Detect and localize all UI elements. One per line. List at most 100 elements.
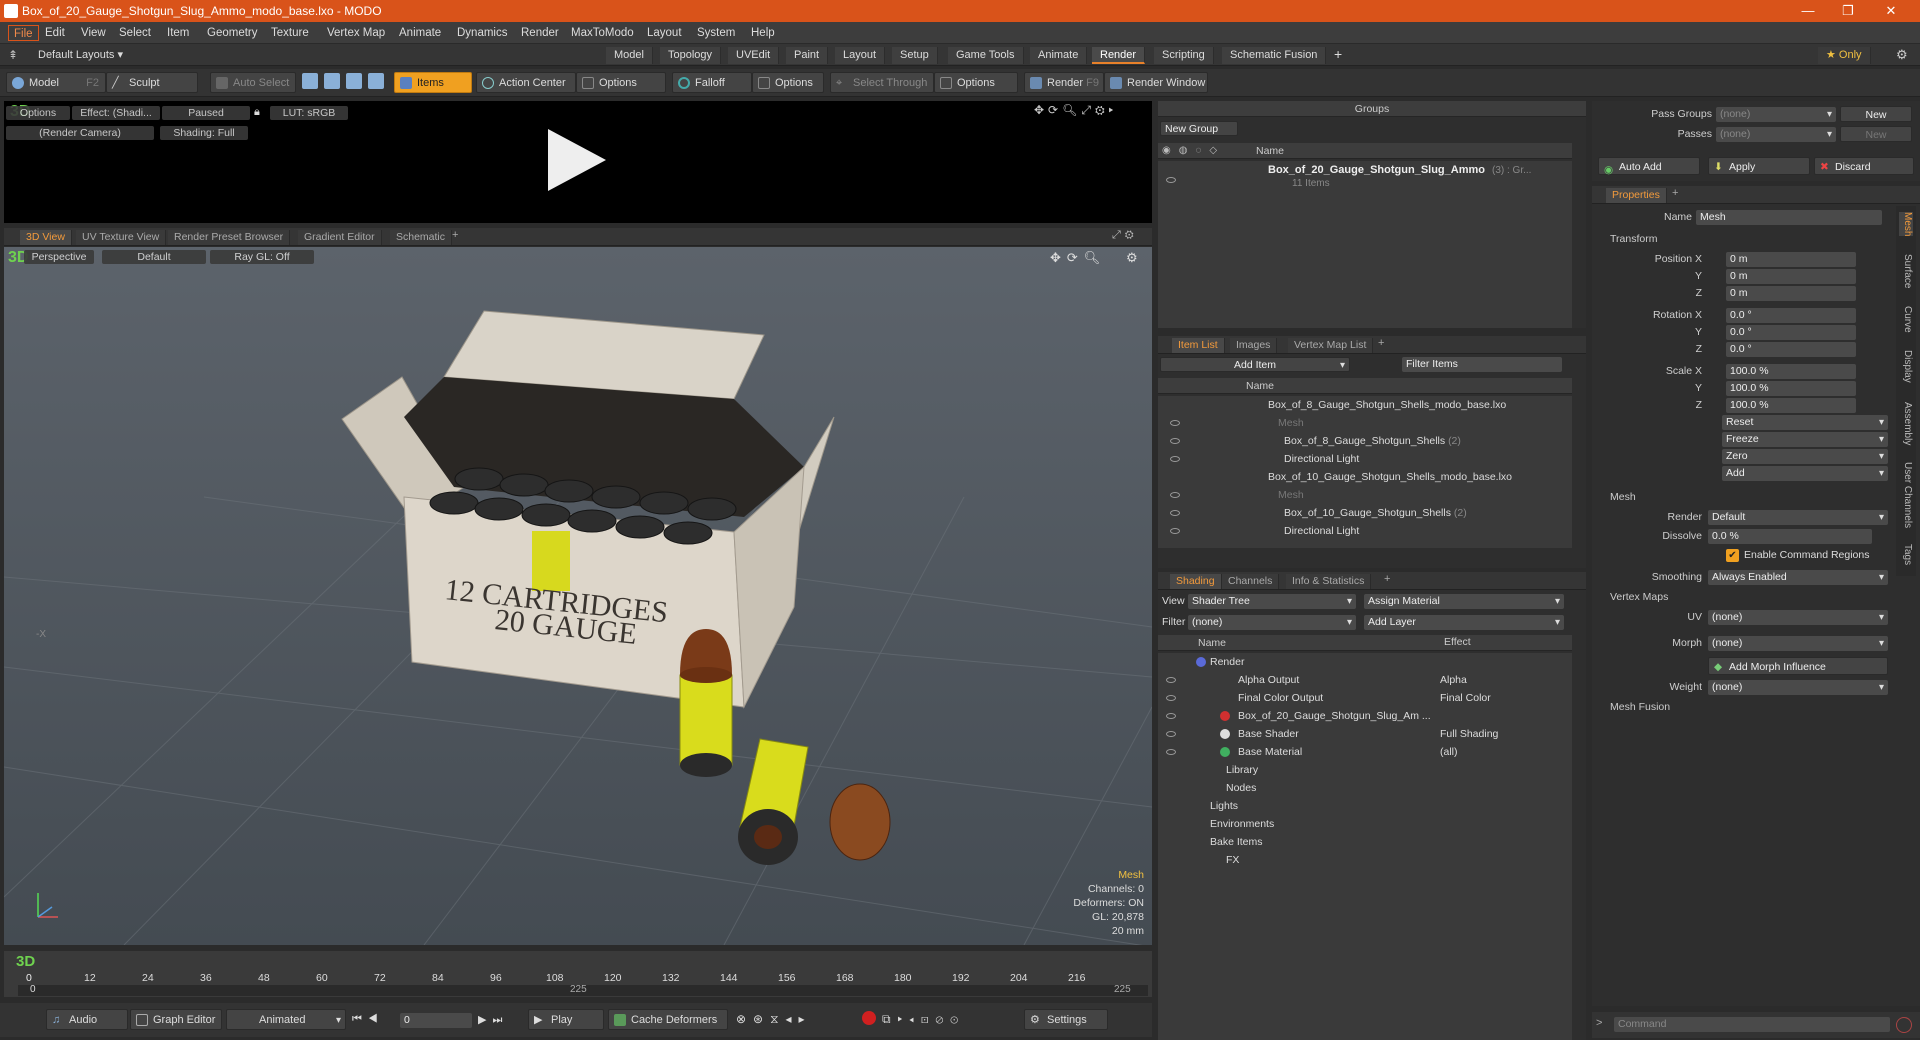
tab-layout[interactable]: Layout (835, 47, 886, 64)
minimize-button[interactable]: — (1788, 0, 1828, 22)
tab-topology[interactable]: Topology (660, 47, 722, 64)
eye-icon[interactable] (1170, 510, 1180, 516)
menu-maxtomodo[interactable]: MaxToModo (566, 25, 639, 41)
rotation-y-field[interactable]: 0.0 ° (1726, 325, 1856, 340)
tab-game-tools[interactable]: Game Tools (948, 47, 1024, 64)
menu-geometry[interactable]: Geometry (202, 25, 263, 41)
eye-icon[interactable] (1166, 731, 1176, 737)
vertex-mode-icon[interactable] (302, 73, 318, 89)
tab-schematic[interactable]: Schematic (390, 230, 453, 245)
default-layouts-dropdown[interactable]: Default Layouts ▾ (38, 48, 123, 61)
timeline-range-bar[interactable]: 0 225 225 (18, 984, 1148, 996)
eye-icon[interactable] (1170, 528, 1180, 534)
render-window-button[interactable]: Render Window (1104, 72, 1208, 93)
tab-paint[interactable]: Paint (786, 47, 829, 64)
side-tab-surface[interactable]: Surface (1899, 254, 1913, 288)
effect-final-color[interactable]: Final Color (1440, 691, 1491, 706)
shader-item-material-group[interactable]: Box_of_20_Gauge_Shotgun_Slug_Am ... (1238, 709, 1431, 724)
audio-button[interactable]: ♫ Audio (46, 1009, 128, 1030)
effect-alpha[interactable]: Alpha (1440, 673, 1467, 688)
falloff-button[interactable]: Falloff (672, 72, 752, 93)
add-shading-tab-button[interactable]: + (1384, 573, 1390, 585)
preview-paused-button[interactable]: Paused (162, 106, 250, 120)
effect-all[interactable]: (all) (1440, 745, 1458, 760)
pass-groups-dropdown[interactable]: (none) (1716, 107, 1836, 122)
menu-texture[interactable]: Texture (266, 25, 314, 41)
eye-icon[interactable] (1166, 749, 1176, 755)
tab-model[interactable]: Model (606, 47, 653, 64)
preview-lut-dropdown[interactable]: LUT: sRGB (270, 106, 348, 120)
list-item-scene[interactable]: Box_of_10_Gauge_Shotgun_Shells_modo_base… (1268, 470, 1512, 485)
shader-item-library[interactable]: Library (1226, 763, 1258, 778)
render-dropdown[interactable]: Default (1708, 510, 1888, 525)
shader-item-bake-items[interactable]: Bake Items (1210, 835, 1263, 850)
shader-item-alpha-output[interactable]: Alpha Output (1238, 673, 1299, 688)
eye-icon[interactable] (1166, 695, 1176, 701)
menu-animate[interactable]: Animate (394, 25, 446, 41)
item-name-field[interactable]: Mesh (1696, 210, 1882, 225)
tab-3d-view[interactable]: 3D View (20, 230, 72, 245)
material-mode-icon[interactable] (368, 73, 384, 89)
play-icon[interactable] (540, 125, 610, 195)
side-tab-tags[interactable]: Tags (1899, 544, 1913, 565)
tab-uvedit[interactable]: UVEdit (728, 47, 780, 64)
shader-item-nodes[interactable]: Nodes (1226, 781, 1256, 796)
scale-x-field[interactable]: 100.0 % (1726, 364, 1856, 379)
list-item-mesh[interactable]: Mesh (1278, 488, 1304, 503)
uv-dropdown[interactable]: (none) (1708, 610, 1888, 625)
shader-item-lights[interactable]: Lights (1210, 799, 1238, 814)
list-item-mesh[interactable]: Mesh (1278, 416, 1304, 431)
menu-select[interactable]: Select (114, 25, 156, 41)
tab-info-statistics[interactable]: Info & Statistics (1286, 574, 1372, 589)
reset-dropdown[interactable]: Reset (1722, 415, 1888, 430)
morph-dropdown[interactable]: (none) (1708, 636, 1888, 651)
preview-camera-dropdown[interactable]: (Render Camera) (6, 126, 154, 140)
position-y-field[interactable]: 0 m (1726, 269, 1856, 284)
groups-list[interactable] (1158, 161, 1572, 328)
transform-section[interactable]: Transform (1610, 232, 1657, 247)
eye-icon[interactable] (1170, 456, 1180, 462)
side-tab-user-channels[interactable]: User Channels (1899, 462, 1913, 528)
polygon-mode-icon[interactable] (346, 73, 362, 89)
perspective-dropdown[interactable]: Perspective (24, 250, 94, 264)
side-tab-mesh[interactable]: Mesh (1899, 212, 1913, 237)
key-nav-icons[interactable]: ⧉▸◂⊡⊘⊙ (882, 1012, 965, 1027)
viewport-3d[interactable]: 3D Perspective Default Ray GL: Off ✥⟳🔍︎ … (4, 247, 1152, 945)
add-dropdown[interactable]: Add (1722, 466, 1888, 481)
key-tools-icons[interactable]: ⊗⊛⧖◂▸ (736, 1012, 812, 1027)
menu-view[interactable]: View (76, 25, 111, 41)
shading-style-dropdown[interactable]: Default (102, 250, 206, 264)
action-center-options-button[interactable]: Options (576, 72, 666, 93)
list-item-group[interactable]: Box_of_8_Gauge_Shotgun_Shells (2) (1284, 434, 1461, 449)
add-properties-tab-button[interactable]: + (1672, 187, 1678, 199)
zero-dropdown[interactable]: Zero (1722, 449, 1888, 464)
command-input[interactable]: Command (1614, 1017, 1890, 1032)
transport-forward-icons[interactable]: ▶⏭ (478, 1013, 508, 1027)
falloff-options-button[interactable]: Options (752, 72, 824, 93)
position-x-field[interactable]: 0 m (1726, 252, 1856, 267)
items-mode-button[interactable]: Items (394, 72, 472, 93)
side-tab-display[interactable]: Display (1899, 350, 1913, 383)
tab-animate[interactable]: Animate (1030, 47, 1088, 64)
tab-channels[interactable]: Channels (1222, 574, 1280, 589)
tab-render[interactable]: Render (1092, 47, 1146, 64)
settings-button[interactable]: ⚙ Settings (1024, 1009, 1108, 1030)
new-pass-group-button[interactable]: New (1840, 106, 1912, 122)
tab-properties[interactable]: Properties (1606, 188, 1667, 203)
weight-dropdown[interactable]: (none) (1708, 680, 1888, 695)
mesh-section[interactable]: Mesh (1610, 490, 1636, 505)
preview-shading-dropdown[interactable]: Shading: Full (160, 126, 248, 140)
play-button[interactable]: ▶ Play (528, 1009, 604, 1030)
model-mode-button[interactable]: Model F2 (6, 72, 106, 93)
preview-options-button[interactable]: Options (6, 106, 70, 120)
menu-render[interactable]: Render (516, 25, 564, 41)
only-toggle[interactable]: ★ Only (1818, 47, 1871, 64)
command-regions-checkbox[interactable]: ✔ (1726, 549, 1739, 562)
list-item-group[interactable]: Box_of_10_Gauge_Shotgun_Shells (2) (1284, 506, 1467, 521)
position-z-field[interactable]: 0 m (1726, 286, 1856, 301)
tab-item-list[interactable]: Item List (1172, 338, 1225, 353)
menu-vertex-map[interactable]: Vertex Map (322, 25, 390, 41)
transport-rewind-icons[interactable]: ⏮◀ (352, 1013, 384, 1026)
frame-field[interactable]: 0 (400, 1013, 472, 1028)
tab-vertex-map-list[interactable]: Vertex Map List (1288, 338, 1374, 353)
